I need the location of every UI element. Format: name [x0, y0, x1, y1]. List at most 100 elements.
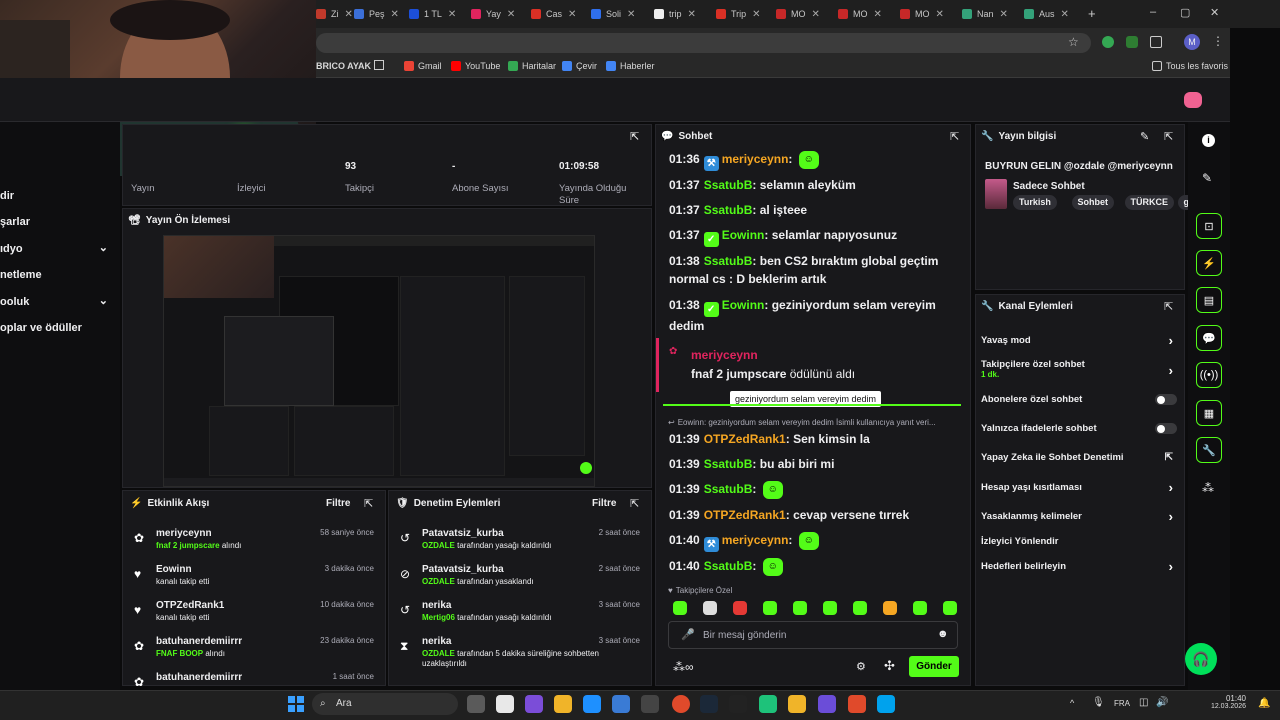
message-username[interactable]: SsatubB — [704, 559, 753, 573]
clock[interactable]: 01:40 12.03.2026 — [1210, 694, 1246, 710]
message-username[interactable]: SsatubB — [704, 178, 753, 192]
channel-action-item[interactable]: Yavaş mod › — [981, 333, 1177, 357]
emoji-icon[interactable]: ☻ — [937, 628, 949, 640]
chat-message[interactable]: 01:39 OTPZedRank1: cevap versene tırrek — [669, 506, 959, 524]
chat-message[interactable]: 01:36 ⚒ meriyceynn: ☺ — [669, 150, 959, 171]
tab-close-icon[interactable]: ✕ — [752, 9, 760, 20]
notification-icon[interactable]: 🔔 — [1258, 698, 1270, 709]
moderation-filter-button[interactable]: Filtre — [592, 498, 616, 509]
apps-icon[interactable]: ⁂ — [1202, 481, 1214, 495]
taskbar-search[interactable]: ⌕ Ara — [312, 693, 458, 715]
tab-close-icon[interactable]: ✕ — [1000, 9, 1008, 20]
message-username[interactable]: OTPZedRank1 — [704, 432, 786, 446]
list-item[interactable]: ✿ meriyceynn fnaf 2 jumpscare alındı 58 san… — [134, 528, 374, 562]
sidebar-item[interactable]: dir — [0, 190, 112, 202]
chat-message[interactable]: 01:37 SsatubB: al işteee — [669, 201, 959, 219]
app-icon[interactable] — [818, 695, 836, 713]
url-field[interactable] — [316, 33, 1091, 53]
message-username[interactable]: Eowinn — [722, 298, 765, 312]
message-username[interactable]: OTPZedRank1 — [704, 508, 786, 522]
app-icon[interactable] — [641, 695, 659, 713]
bookmark-gmail[interactable]: Gmail — [404, 61, 442, 71]
epic-icon[interactable] — [729, 695, 747, 713]
list-item[interactable]: ↺ nerika Mertig06 tarafından yasağı kaldır… — [400, 600, 640, 634]
chat-message[interactable]: 01:37 ✓ Eowinn: selamlar napıyosunuz — [669, 226, 959, 247]
list-item[interactable]: ⊘ Patavatsiz_kurba OZDALE tarafından yasak… — [400, 564, 640, 598]
browser-tab[interactable]: Trip ✕ — [716, 5, 772, 23]
broadcast-button[interactable]: ((•)) — [1196, 362, 1222, 388]
network-icon[interactable]: ◫ — [1139, 697, 1148, 708]
tab-close-icon[interactable]: ✕ — [936, 9, 944, 20]
browser-tab[interactable]: MO ✕ — [776, 5, 832, 23]
kick-icon[interactable] — [759, 695, 777, 713]
browser-tab[interactable]: Yay ✕ — [471, 5, 527, 23]
browser-tab[interactable]: Cas ✕ — [531, 5, 587, 23]
layout-button[interactable]: ▦ — [1196, 400, 1222, 426]
channel-action-item[interactable]: Hesap yaşı kısıtlaması › — [981, 480, 1177, 504]
tab-close-icon[interactable]: ✕ — [688, 9, 696, 20]
chat-settings-icon[interactable]: ⚙ — [856, 660, 866, 673]
language-indicator[interactable]: FRA — [1114, 699, 1130, 708]
sidebar-item[interactable]: netleme — [0, 269, 112, 281]
chat-message[interactable]: 01:38 ✓ Eowinn: geziniyordum selam vereyim… — [669, 296, 959, 335]
minimize-button[interactable]: – — [1150, 6, 1156, 18]
mail-icon[interactable] — [612, 695, 630, 713]
pencil-icon[interactable]: ✎ — [1202, 171, 1212, 185]
puzzle-icon[interactable]: ✣ — [884, 658, 895, 674]
bookmark-youtube[interactable]: YouTube — [451, 61, 500, 71]
list-item[interactable]: ↺ Patavatsiz_kurba OZDALE tarafından yasağ… — [400, 528, 640, 562]
activity-popout-icon[interactable]: ⇱ — [364, 497, 373, 510]
store-icon[interactable] — [496, 695, 514, 713]
channel-action-item[interactable]: Yalnızca ifadelerle sohbet — [981, 423, 1177, 445]
bookmark-translate[interactable]: Çevir — [562, 61, 597, 71]
app-icon[interactable] — [848, 695, 866, 713]
points-icon[interactable]: ⁂∞ — [673, 660, 694, 674]
list-item[interactable]: ♥ Eowinn kanalı takip etti 3 dakika önce — [134, 564, 374, 598]
app-icon[interactable] — [788, 695, 806, 713]
close-window-button[interactable]: ✕ — [1210, 6, 1219, 19]
popout-icon[interactable]: ⇱ — [630, 130, 639, 143]
tab-close-icon[interactable]: ✕ — [507, 9, 515, 20]
tray-chevron-icon[interactable]: ^ — [1070, 698, 1074, 708]
chat-popout-icon[interactable]: ⇱ — [950, 130, 959, 143]
sidebar-item[interactable]: oplar ve ödüller — [0, 322, 112, 334]
list-item[interactable]: ✿ batuhanerdemiirrr FNAF BOOP alındı 23 dak… — [134, 636, 374, 670]
message-username[interactable]: SsatubB — [704, 254, 753, 268]
send-button[interactable]: Gönder — [909, 656, 959, 677]
category-name[interactable]: Sadece Sohbet — [1013, 181, 1085, 192]
tag-chip[interactable]: Sohbet — [1071, 195, 1114, 210]
channel-actions-popout-icon[interactable]: ⇱ — [1164, 300, 1173, 313]
message-username[interactable]: meriyceynn — [722, 533, 789, 547]
browser-tab[interactable]: MO ✕ — [838, 5, 894, 23]
chat-message[interactable]: 01:39 SsatubB: ☺ — [669, 480, 959, 499]
tab-close-icon[interactable]: ✕ — [391, 9, 399, 20]
bookmark-brico[interactable]: BRICO AYAK — [316, 61, 371, 71]
browser-tab[interactable]: Aus ✕ — [1024, 5, 1080, 23]
tab-close-icon[interactable]: ✕ — [874, 9, 882, 20]
list-item[interactable]: ⧗ nerika OZDALE tarafından 5 dakika süreli… — [400, 636, 640, 670]
chat-message[interactable]: 01:38 SsatubB: ben CS2 bıraktım global ge… — [669, 252, 959, 288]
tag-chip[interactable]: Turkish — [1013, 195, 1057, 210]
browser-tab[interactable]: trip ✕ — [654, 5, 710, 23]
chat-message[interactable]: 01:40 SsatubB: ☺ — [669, 557, 959, 576]
sidebar-item[interactable]: ooluk ⌄ — [0, 295, 112, 308]
copilot-icon[interactable] — [525, 695, 543, 713]
windows-start-icon[interactable] — [288, 696, 304, 712]
tab-close-icon[interactable]: ✕ — [627, 9, 635, 20]
profile-avatar[interactable]: M — [1184, 34, 1200, 50]
list-item[interactable]: ♥ OTPZedRank1 kanalı takip etti 10 dakika … — [134, 600, 374, 634]
chat-message[interactable]: 01:39 SsatubB: bu abi biri mi — [669, 455, 959, 473]
bookmark-maps[interactable]: Haritalar — [508, 61, 556, 71]
edit-icon[interactable]: ✎ — [1140, 130, 1149, 143]
message-username[interactable]: Eowinn — [722, 228, 765, 242]
channel-action-item[interactable]: Hedefleri belirleyin › — [981, 559, 1177, 583]
stream-preview-video[interactable] — [163, 235, 595, 487]
browser-tab[interactable]: Soli ✕ — [591, 5, 647, 23]
browser-tab[interactable]: MO ✕ — [900, 5, 956, 23]
category-thumbnail[interactable] — [985, 179, 1007, 209]
channel-action-item[interactable]: İzleyici Yönlendir — [981, 536, 1177, 558]
volume-icon[interactable]: 🔊 — [1156, 697, 1168, 708]
steam-icon[interactable] — [700, 695, 718, 713]
message-username[interactable]: SsatubB — [704, 457, 753, 471]
tab-close-icon[interactable]: ✕ — [812, 9, 820, 20]
